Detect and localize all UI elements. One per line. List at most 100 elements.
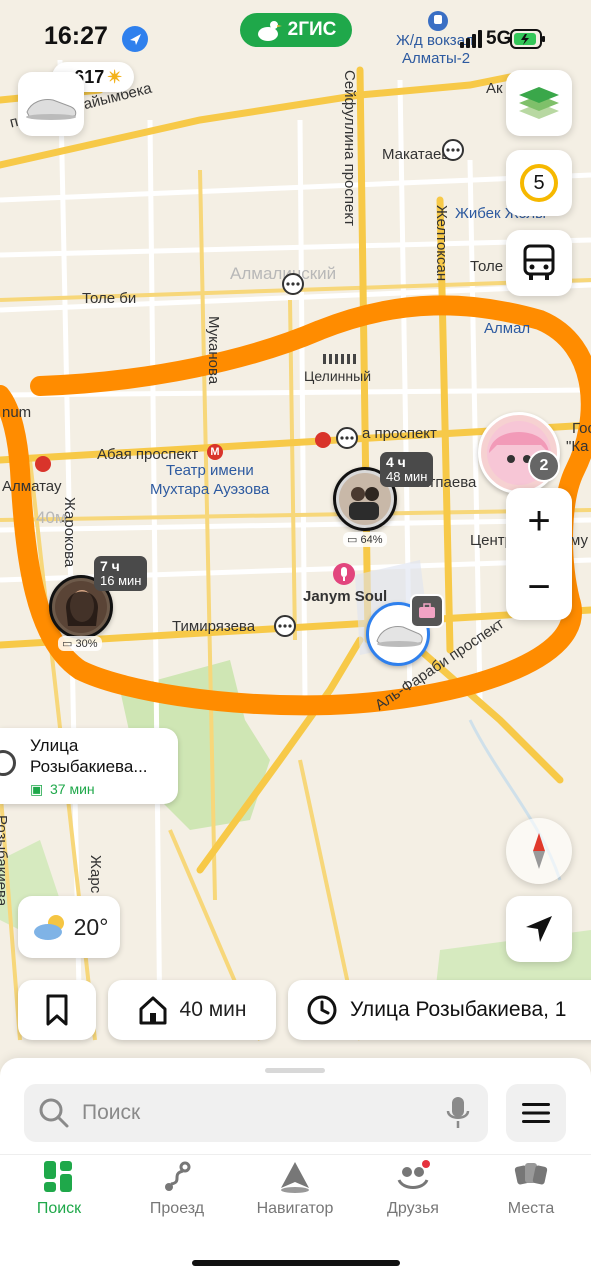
compass-button[interactable] bbox=[506, 818, 572, 884]
route-icon bbox=[165, 1161, 191, 1191]
friends-icon bbox=[397, 1160, 430, 1189]
goose-icon bbox=[257, 21, 282, 41]
friend-time-badge-1: 4 ч 48 мин bbox=[380, 452, 434, 487]
app-badge-label: 2ГИС bbox=[287, 19, 337, 40]
network-type: 5G bbox=[486, 28, 512, 49]
zoom-control: + − bbox=[506, 488, 572, 620]
tab-route[interactable]: Проезд bbox=[122, 1160, 232, 1218]
tab-places[interactable]: Места bbox=[476, 1160, 586, 1218]
minus-icon: − bbox=[527, 564, 551, 609]
location-arrow-icon bbox=[122, 26, 148, 52]
tab-search-label: Поиск bbox=[36, 1200, 82, 1217]
status-time: 16:27 bbox=[44, 22, 108, 50]
battery-small-icon: ▭ bbox=[347, 534, 358, 546]
friend-cluster-count-label: 2 bbox=[539, 457, 549, 474]
friend-time-badge-2: 7 ч 16 мин bbox=[94, 556, 148, 591]
bookmarks-button[interactable] bbox=[18, 980, 96, 1040]
home-icon bbox=[139, 996, 167, 1025]
cloudy-sun-icon bbox=[33, 915, 64, 940]
street-label-tole-bi: Толе би bbox=[82, 290, 137, 307]
layers-button[interactable] bbox=[506, 70, 572, 136]
tab-navigator[interactable]: Навигатор bbox=[240, 1160, 350, 1218]
locate-me-button[interactable] bbox=[506, 896, 572, 962]
street-label-rozybakieva: Розыбакиева bbox=[0, 815, 10, 907]
chat-pin-icon[interactable] bbox=[280, 272, 306, 296]
street-label-zhar: Жарс bbox=[87, 855, 104, 894]
route-card-title-2: Розыбакиева... bbox=[30, 757, 148, 776]
place-label-ka: "Ка bbox=[566, 438, 589, 455]
navigator-icon bbox=[281, 1162, 309, 1193]
place-label-theatre-1: Театр имени bbox=[166, 462, 254, 479]
bus-icon bbox=[523, 244, 555, 280]
friend-time-minutes: 48 мин bbox=[386, 469, 428, 484]
traffic-level-indicator: 5 bbox=[520, 164, 558, 202]
chat-pin-icon[interactable] bbox=[440, 138, 466, 162]
place-label-janym-soul: Janym Soul bbox=[303, 588, 388, 605]
signal-icon bbox=[460, 30, 484, 48]
street-label-almatau: Алматау bbox=[2, 478, 62, 495]
friend-battery-value: 64% bbox=[360, 534, 383, 546]
street-label-mukanova: Муканова bbox=[205, 316, 222, 385]
app-badge[interactable]: 2ГИС bbox=[240, 13, 352, 47]
clock-icon bbox=[307, 995, 337, 1025]
place-label-theatre-2: Мухтара Ауэзова bbox=[150, 481, 270, 498]
recent-place-label: Улица Розыбакиева, 1 bbox=[350, 998, 567, 1021]
tab-search[interactable]: Поиск bbox=[4, 1160, 114, 1218]
plus-icon: + bbox=[527, 498, 551, 543]
janym-soul-pin-icon[interactable] bbox=[332, 562, 356, 586]
train-station-icon bbox=[428, 10, 448, 32]
street-label-abaya: Абая проспект bbox=[97, 446, 199, 463]
home-shortcut[interactable]: 40 мин bbox=[108, 980, 276, 1040]
tab-places-label: Места bbox=[507, 1200, 555, 1217]
traffic-level-value: 5 bbox=[533, 171, 545, 194]
tab-bar-divider bbox=[0, 1154, 591, 1155]
battery-small-icon: ▭ bbox=[62, 638, 73, 650]
battery-icon bbox=[510, 28, 546, 50]
place-label-tselinny: Целинный bbox=[304, 368, 372, 384]
zoom-out-button[interactable]: − bbox=[506, 554, 572, 620]
tab-friends[interactable]: Друзья bbox=[358, 1160, 468, 1218]
briefcase-icon[interactable] bbox=[410, 594, 444, 628]
profile-thumbnail-button[interactable] bbox=[18, 72, 84, 136]
compass-icon bbox=[533, 833, 545, 869]
friend-time-minutes: 16 мин bbox=[100, 573, 142, 588]
friend-time-hours: 4 ч bbox=[386, 454, 406, 470]
search-input[interactable]: Поиск bbox=[82, 1101, 140, 1125]
chat-pin-icon[interactable] bbox=[334, 426, 360, 450]
navigation-arrow-icon bbox=[526, 916, 552, 942]
friend-cluster-count: 2 bbox=[528, 450, 560, 482]
tab-friends-label: Друзья bbox=[387, 1200, 439, 1217]
sparkle-icon: ✴ bbox=[107, 66, 123, 87]
recent-place-shortcut[interactable]: Улица Розыбакиева, 1 bbox=[288, 980, 591, 1040]
zoom-in-button[interactable]: + bbox=[506, 488, 572, 554]
route-card[interactable]: Улица Розыбакиева... ▣ 37 мин bbox=[0, 728, 178, 804]
microphone-icon[interactable] bbox=[446, 1096, 470, 1130]
friend-battery-1: ▭ 64% bbox=[343, 532, 387, 547]
places-icon bbox=[514, 1163, 548, 1185]
bookmark-icon bbox=[46, 994, 68, 1026]
route-card-title-1: Улица bbox=[30, 736, 79, 755]
sheet-grabber[interactable] bbox=[265, 1068, 325, 1073]
route-card-pin-icon bbox=[0, 750, 16, 776]
weather-widget[interactable]: 20° bbox=[18, 896, 120, 958]
metro-icon: М bbox=[210, 446, 220, 458]
tab-navigator-label: Навигатор bbox=[256, 1200, 334, 1217]
chat-pin-icon[interactable] bbox=[272, 614, 298, 638]
tab-route-label: Проезд bbox=[149, 1200, 205, 1217]
route-card-bus-icon: ▣ bbox=[30, 781, 44, 797]
district-label-almaly: Алмал bbox=[484, 320, 531, 337]
transport-button[interactable] bbox=[506, 230, 572, 296]
building-icon bbox=[322, 352, 360, 366]
friend-battery-2: ▭ 30% bbox=[58, 636, 102, 651]
traffic-button[interactable]: 5 bbox=[506, 150, 572, 216]
search-bar[interactable]: Поиск bbox=[24, 1084, 488, 1142]
place-label-num: num bbox=[2, 404, 32, 421]
place-label-mu: му bbox=[570, 532, 588, 549]
street-label-abaya-right: а проспект bbox=[362, 425, 437, 442]
place-label-gos: Гос bbox=[572, 420, 591, 437]
menu-button[interactable] bbox=[506, 1084, 566, 1142]
street-label-zheltoksan: Желтоксан bbox=[433, 205, 450, 282]
friend-time-hours: 7 ч bbox=[100, 558, 120, 574]
grid-icon bbox=[44, 1161, 72, 1192]
hamburger-icon bbox=[522, 1103, 550, 1123]
